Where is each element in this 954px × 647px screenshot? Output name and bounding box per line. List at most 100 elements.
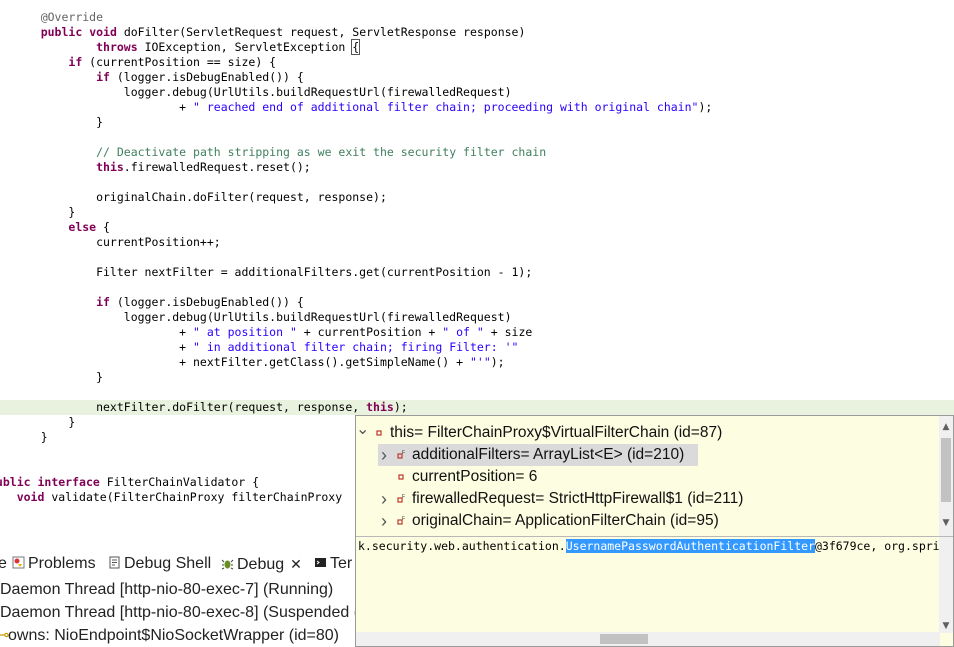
code-line[interactable]: + nextFilter.getClass().getSimpleName() … (0, 355, 954, 370)
detail-text-before: k.security.web.authentication. (358, 539, 566, 553)
code-line[interactable]: nextFilter.doFilter(request, response, t… (0, 400, 954, 415)
code-line[interactable]: } (0, 370, 954, 385)
code-line[interactable] (0, 130, 954, 145)
code-line[interactable]: // Deactivate path stripping as we exit … (0, 145, 954, 160)
code-line[interactable]: if (logger.isDebugEnabled()) { (0, 70, 954, 85)
code-token: ); (490, 355, 505, 369)
code-token: FilterChainValidator { (99, 475, 260, 489)
code-line[interactable]: } (0, 115, 954, 130)
tab-debug[interactable]: Debug ✕ (221, 553, 302, 575)
problems-icon (12, 556, 25, 569)
code-token: this (366, 400, 394, 414)
terminal-icon (315, 558, 326, 567)
code-line[interactable]: logger.debug(UrlUtils.buildRequestUrl(fi… (0, 310, 954, 325)
code-token: public (40, 25, 83, 39)
variable-row[interactable]: currentPosition= 6 (378, 466, 938, 488)
variable-row[interactable]: › ForiginalChain= ApplicationFilterChain … (378, 510, 938, 532)
code-line[interactable]: originalChain.doFilter(request, response… (0, 190, 954, 205)
code-line[interactable]: public void doFilter(ServletRequest requ… (0, 25, 954, 40)
scroll-down-icon[interactable]: ▼ (939, 619, 953, 633)
code-token: " reached end of additional filter chain… (193, 100, 699, 114)
code-token: else (68, 220, 97, 234)
chevron-right-icon[interactable]: › (378, 510, 390, 532)
code-line[interactable]: if (currentPosition == size) { (0, 55, 954, 70)
code-line[interactable]: logger.debug(UrlUtils.buildRequestUrl(fi… (0, 85, 954, 100)
monitor-item[interactable]: ⊸owns: NioEndpoint$NioSocketWrapper (id=… (0, 625, 339, 647)
variable-row[interactable]: ⌄ this= FilterChainProxy$VirtualFilterCha… (356, 422, 916, 444)
code-line[interactable]: + " reached end of additional filter cha… (0, 100, 954, 115)
debug-shell-icon (109, 556, 120, 569)
code-line[interactable]: currentPosition++; (0, 235, 954, 250)
scroll-thumb[interactable] (941, 438, 951, 502)
thread-item[interactable]: Daemon Thread [http-nio-80-exec-7] (Runn… (0, 579, 333, 601)
code-line[interactable]: throws IOException, ServletException { (0, 39, 954, 55)
close-icon[interactable]: ✕ (290, 556, 302, 572)
code-line[interactable]: } (0, 205, 954, 220)
tree-vertical-scrollbar[interactable]: ▲ ▼ (939, 416, 953, 536)
scroll-up-icon[interactable]: ▲ (939, 420, 953, 434)
tab-debug-label: Debug (237, 556, 285, 573)
variable-row[interactable]: › FfirewalledRequest= StrictHttpFirewall$… (378, 488, 938, 510)
code-line[interactable]: + " at position " + currentPosition + " … (0, 325, 954, 340)
code-line[interactable]: Filter nextFilter = additionalFilters.ge… (0, 265, 954, 280)
code-token: (logger.isDebugEnabled()) { (109, 295, 304, 309)
thread-item[interactable]: Daemon Thread [http-nio-80-exec-8] (Susp… (0, 602, 377, 624)
tab-partial-label: e (0, 555, 7, 572)
final-private-field-icon: F (397, 516, 405, 525)
view-tab-bar: e Problems Debug Shell Debug ✕ Ter (0, 553, 360, 575)
private-field-icon (398, 474, 404, 480)
code-token: doFilter(ServletRequest request, Servlet… (116, 25, 526, 39)
code-token: (logger.isDebugEnabled()) { (109, 70, 304, 84)
code-token: + (13, 340, 194, 354)
code-line[interactable]: if (logger.isDebugEnabled()) { (0, 295, 954, 310)
code-token: // Deactivate path stripping as we exit … (96, 145, 547, 159)
chevron-down-icon[interactable]: ⌄ (356, 422, 369, 444)
variable-inspect-popup[interactable]: ⌄ this= FilterChainProxy$VirtualFilterCha… (355, 415, 954, 647)
chevron-right-icon[interactable]: › (378, 488, 390, 510)
code-token: nextFilter.doFilter(request, response, (13, 400, 367, 414)
scroll-thumb[interactable] (600, 634, 648, 644)
final-marker: F (402, 494, 405, 500)
code-token: } (13, 370, 104, 384)
tab-debug-shell[interactable]: Debug Shell (108, 553, 211, 575)
code-token: { (351, 39, 361, 55)
variable-tree[interactable]: ⌄ this= FilterChainProxy$VirtualFilterCha… (356, 416, 940, 536)
detail-horizontal-scrollbar[interactable] (356, 632, 940, 646)
tab-terminal[interactable]: Ter (314, 553, 352, 575)
detail-pane[interactable]: k.security.web.authentication.UsernamePa… (356, 537, 940, 633)
code-token: if (68, 55, 83, 69)
variable-label: firewalledRequest= StrictHttpFirewall$1 … (412, 490, 744, 507)
code-line[interactable]: @Override (0, 10, 954, 25)
code-line[interactable] (0, 385, 954, 400)
monitor-icon: ⊸ (0, 627, 10, 644)
variable-label: additionalFilters= ArrayList<E> (id=210) (412, 446, 685, 463)
code-token: logger.debug(UrlUtils.buildRequestUrl(fi… (13, 310, 512, 324)
chevron-right-icon[interactable]: › (378, 444, 390, 466)
code-token: { (96, 220, 110, 234)
code-token: originalChain.doFilter(request, response… (13, 190, 387, 204)
code-token: @Override (40, 10, 104, 24)
variable-label: this= FilterChainProxy$VirtualFilterChai… (390, 424, 723, 441)
detail-selected-text: UsernamePasswordAuthenticationFilter (565, 539, 815, 553)
code-line[interactable]: else { (0, 220, 954, 235)
scroll-down-icon[interactable]: ▼ (939, 516, 953, 530)
detail-vertical-scrollbar[interactable]: ▼ (939, 537, 953, 633)
code-token: Filter nextFilter = additionalFilters.ge… (13, 265, 533, 279)
variable-row[interactable]: › FadditionalFilters= ArrayList<E> (id=21… (378, 444, 698, 466)
code-line[interactable] (0, 250, 954, 265)
code-line[interactable]: + " in additional filter chain; firing F… (0, 340, 954, 355)
final-private-field-icon: F (397, 450, 405, 459)
tab-problems[interactable]: Problems (12, 553, 96, 575)
code-token: validate(FilterChainProxy filterChainPro… (44, 490, 343, 504)
tab-partial[interactable]: e (0, 553, 7, 575)
code-line[interactable] (0, 175, 954, 190)
code-line[interactable] (0, 280, 954, 295)
code-token: + currentPosition + (296, 325, 443, 339)
code-line[interactable]: this.firewalledRequest.reset(); (0, 160, 954, 175)
